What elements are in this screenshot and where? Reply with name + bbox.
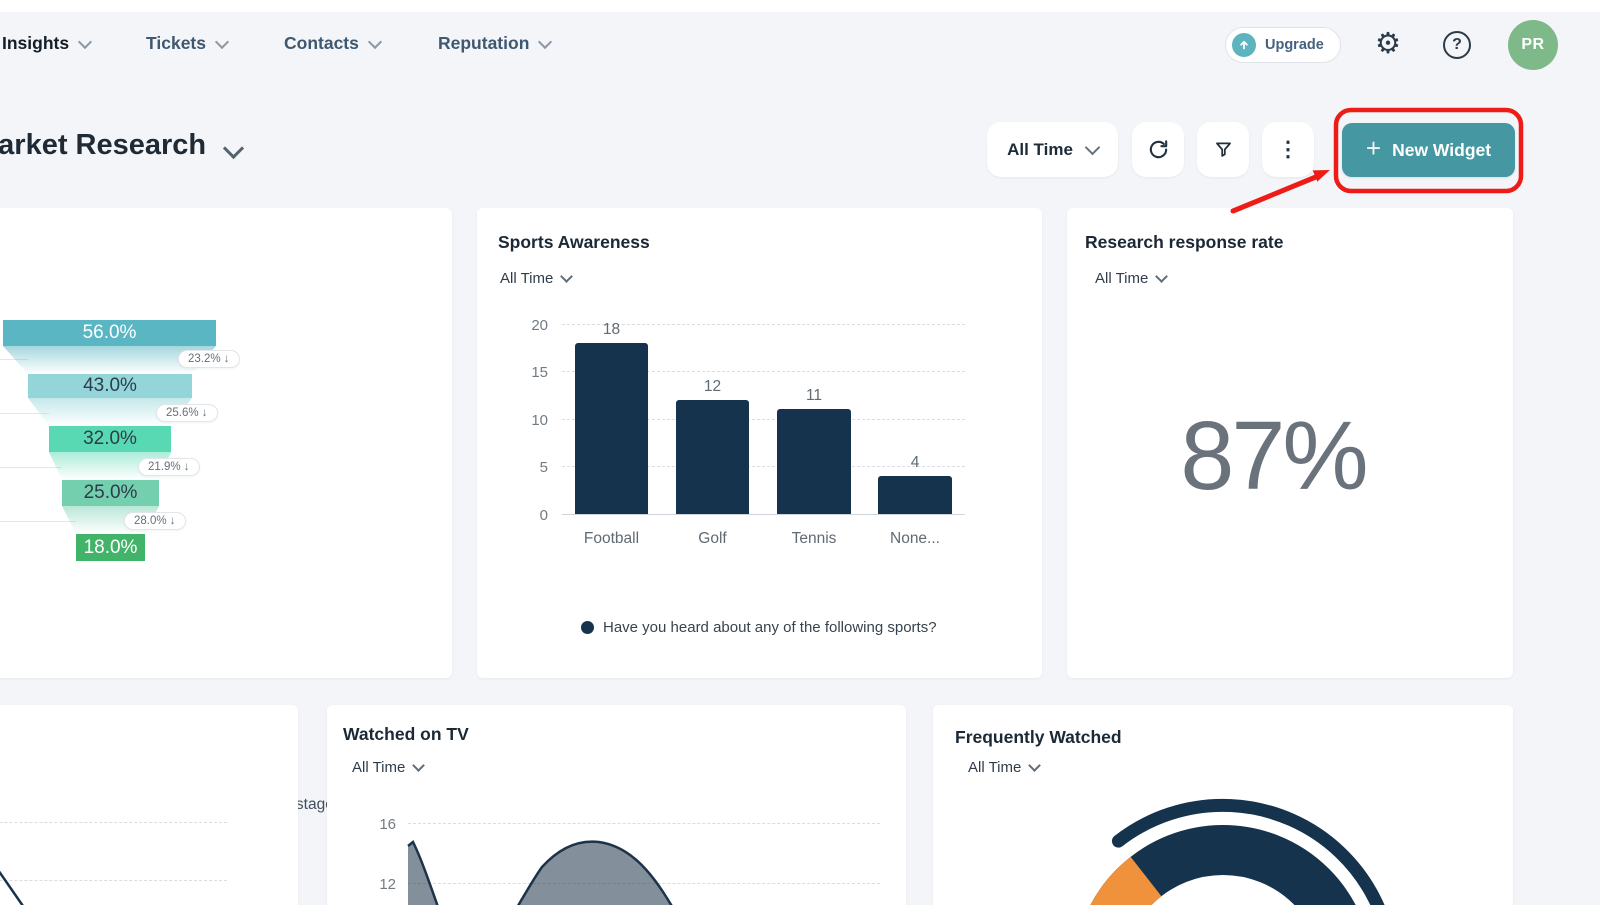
response-rate-value: 87%	[1067, 400, 1479, 512]
funnel-stage-3-value: 32.0%	[83, 428, 137, 450]
nav-label-insights: Insights	[2, 33, 69, 54]
funnel-stage-5-value: 18.0%	[84, 537, 138, 559]
widget-card-watched-on-tv: Watched on TV All Time 16 12	[327, 705, 906, 905]
new-widget-label: New Widget	[1392, 140, 1491, 161]
user-avatar[interactable]: PR	[1508, 20, 1558, 70]
refresh-icon	[1147, 138, 1170, 161]
widget-time-filter[interactable]: All Time	[500, 270, 571, 287]
legend-label: Have you heard about any of the followin…	[603, 619, 937, 636]
widget-card-frequently-watched: Frequently Watched All Time	[933, 705, 1513, 905]
time-filter-label: All Time	[1007, 140, 1073, 160]
bar-football[interactable]	[575, 343, 648, 514]
funnel-stage-4[interactable]: 25.0%	[62, 480, 159, 506]
widget-time-filter[interactable]: All Time	[1095, 270, 1166, 287]
y-tick: 20	[507, 317, 548, 334]
x-category-label: Golf	[676, 530, 749, 548]
chevron-down-icon	[78, 34, 92, 48]
help-icon[interactable]: ?	[1443, 31, 1471, 59]
chevron-down-icon	[1085, 140, 1101, 156]
widget-title: Watched on TV	[343, 724, 469, 745]
widget-card-sports-awareness: Sports Awareness All Time 20 15 10 5 0 1…	[477, 208, 1042, 678]
bar-value-label: 12	[676, 378, 749, 396]
y-tick: 5	[507, 459, 548, 476]
widget-time-filter[interactable]: All Time	[352, 759, 423, 776]
funnel-drop-badge-2: 25.6% ↓	[156, 404, 218, 422]
filter-funnel-icon	[1213, 139, 1234, 160]
x-category-label: None...	[878, 530, 952, 548]
chevron-down-icon	[215, 34, 229, 48]
funnel-drop-badge-1: 23.2% ↓	[178, 350, 240, 368]
widget-card-response-rate: Research response rate All Time 87%	[1067, 208, 1513, 678]
donut-chart[interactable]	[933, 785, 1513, 905]
y-tick: 10	[507, 412, 548, 429]
funnel-drop-badge-3: 21.9% ↓	[138, 458, 200, 476]
funnel-gridline	[0, 467, 62, 468]
legend-dot-icon	[581, 621, 594, 634]
settings-gear-icon[interactable]: ⚙	[1375, 28, 1401, 60]
upgrade-arrow-icon	[1232, 33, 1256, 57]
funnel-stage-1-value: 56.0%	[83, 322, 137, 344]
upgrade-button[interactable]: Upgrade	[1225, 27, 1341, 63]
widget-title: Research response rate	[1085, 232, 1283, 253]
more-options-button[interactable]: ⋮	[1262, 122, 1314, 177]
upgrade-label: Upgrade	[1265, 37, 1324, 53]
y-tick: 0	[507, 507, 548, 524]
widget-card-partial-left	[0, 705, 298, 905]
funnel-stage-4-value: 25.0%	[84, 482, 138, 504]
bar-value-label: 11	[777, 387, 851, 405]
page-title: Market Research	[0, 129, 206, 162]
window-top-strip	[0, 0, 1600, 12]
annotation-arrow-head	[1313, 170, 1330, 182]
widget-title: Frequently Watched	[955, 727, 1122, 748]
chevron-down-icon	[1155, 270, 1168, 283]
chevron-down-icon	[412, 759, 425, 772]
bar-value-label: 18	[575, 321, 648, 339]
chevron-down-icon	[538, 34, 552, 48]
bar-tennis[interactable]	[777, 409, 851, 514]
funnel-stage-2[interactable]: 43.0%	[28, 374, 192, 398]
new-widget-button[interactable]: + New Widget	[1342, 123, 1515, 177]
funnel-stage-1[interactable]: 56.0%	[3, 320, 216, 346]
bar-none[interactable]	[878, 476, 952, 514]
bar-value-label: 4	[878, 454, 952, 472]
partial-line-chart	[0, 805, 298, 905]
x-category-label: Tennis	[777, 530, 851, 548]
nav-label-reputation: Reputation	[438, 33, 529, 54]
nav-label-tickets: Tickets	[146, 33, 206, 54]
widget-title: Sports Awareness	[498, 232, 650, 253]
widget-time-filter-label: All Time	[968, 759, 1021, 776]
x-category-label: Football	[575, 530, 648, 548]
dashboard-app: Insights Tickets Contacts Reputation Upg…	[0, 0, 1600, 905]
nav-item-contacts[interactable]: Contacts	[284, 33, 380, 54]
funnel-gridline	[0, 521, 76, 522]
nav-label-contacts: Contacts	[284, 33, 359, 54]
chevron-down-icon	[368, 34, 382, 48]
funnel-stage-5[interactable]: 18.0%	[76, 534, 145, 561]
funnel-stage-2-value: 43.0%	[83, 375, 137, 397]
bar-golf[interactable]	[676, 400, 749, 514]
nav-item-insights[interactable]: Insights	[2, 33, 90, 54]
widget-time-filter-label: All Time	[500, 270, 553, 287]
plus-icon: +	[1366, 133, 1381, 164]
widget-time-filter-label: All Time	[352, 759, 405, 776]
widget-time-filter[interactable]: All Time	[968, 759, 1039, 776]
chevron-down-icon	[560, 270, 573, 283]
y-tick: 15	[507, 364, 548, 381]
annotation-arrow-line	[1233, 177, 1317, 212]
nav-item-tickets[interactable]: Tickets	[146, 33, 227, 54]
time-filter-dropdown[interactable]: All Time	[987, 122, 1118, 177]
nav-item-reputation[interactable]: Reputation	[438, 33, 550, 54]
widget-card-funnel: 56.0% 43.0% 32.0% 25.0% 18.0% 23.2% ↓ 25…	[0, 208, 452, 678]
x-axis-line	[562, 514, 965, 515]
area-chart	[327, 805, 906, 905]
funnel-drop-badge-4: 28.0% ↓	[124, 512, 186, 530]
chevron-down-icon	[1028, 759, 1041, 772]
page-title-chevron-icon[interactable]	[223, 138, 244, 159]
funnel-stage-3[interactable]: 32.0%	[49, 426, 171, 452]
refresh-button[interactable]	[1132, 122, 1184, 177]
widget-time-filter-label: All Time	[1095, 270, 1148, 287]
filter-button[interactable]	[1197, 122, 1249, 177]
